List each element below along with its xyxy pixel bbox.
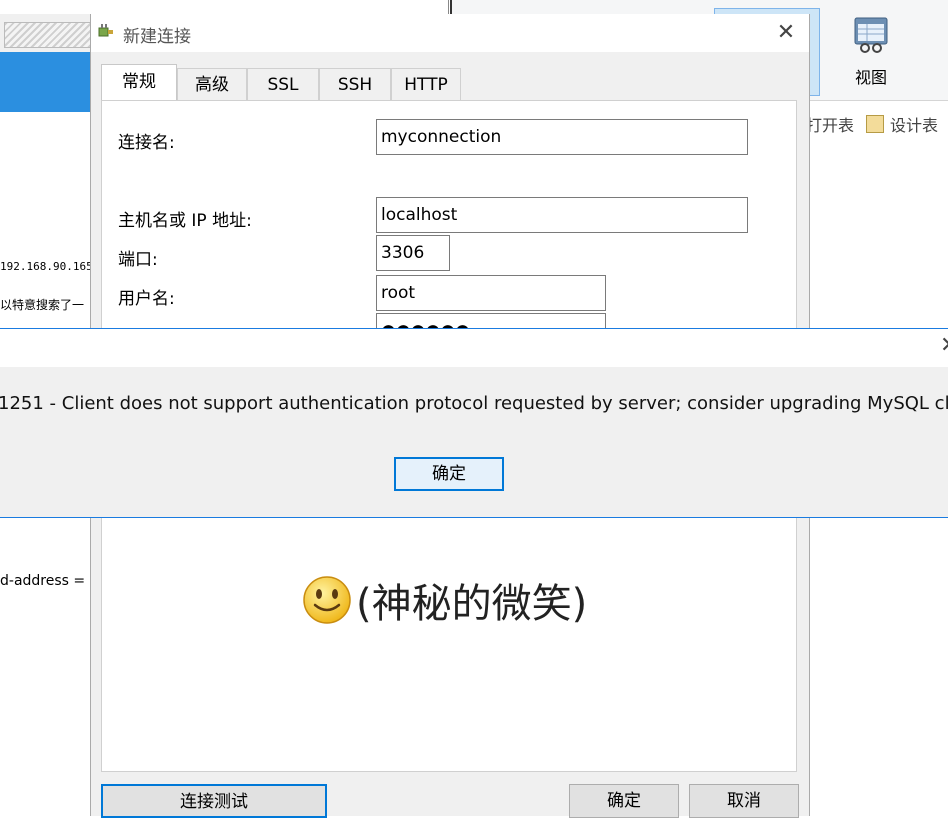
view-label: 视图 [854, 68, 887, 87]
design-table-label: 设计表 [890, 116, 939, 135]
tab-advanced[interactable]: 高级 [177, 68, 247, 100]
smile-overlay: (神秘的微笑) [302, 571, 587, 629]
host-label: 主机名或 IP 地址: [118, 211, 252, 231]
dialog-title: 新建连接 [123, 27, 191, 47]
design-table-button[interactable]: 设计表 [866, 112, 938, 136]
smile-caption: (神秘的微笑) [356, 581, 588, 627]
tab-general[interactable]: 常规 [101, 64, 177, 102]
username-label: 用户名: [118, 289, 175, 309]
dialog-titlebar: 新建连接 ✕ [91, 14, 809, 52]
message-box-titlebar: ✕ [0, 329, 948, 367]
background-blue-panel [0, 52, 90, 112]
plug-icon [98, 24, 113, 37]
background-bind-address-text: d-address = 0 [0, 573, 90, 589]
background-hatched-bar [4, 22, 92, 48]
username-input[interactable]: root [376, 275, 606, 311]
background-ip-text: 192.168.90.165 [0, 260, 90, 273]
tab-http[interactable]: HTTP [391, 68, 461, 100]
open-table-button[interactable]: 打开表 [806, 112, 854, 136]
connection-name-label: 连接名: [118, 133, 175, 153]
design-table-icon [866, 115, 884, 133]
tab-ssl[interactable]: SSL [247, 68, 319, 100]
error-message-box: ✕ 1251 - Client does not support authent… [0, 328, 948, 518]
error-ok-button[interactable]: 确定 [394, 457, 504, 491]
view-icon [854, 17, 888, 53]
host-input[interactable]: localhost [376, 197, 748, 233]
port-input[interactable]: 3306 [376, 235, 450, 271]
tab-ssh[interactable]: SSH [319, 68, 391, 100]
background-window-titlebar [0, 0, 449, 14]
view-button[interactable]: 视图 [836, 14, 906, 94]
error-message-text: 1251 - Client does not support authentic… [0, 393, 948, 414]
close-icon[interactable]: ✕ [775, 20, 797, 45]
port-label: 端口: [118, 250, 158, 270]
cancel-button[interactable]: 取消 [689, 784, 799, 818]
background-article-text: 以特意搜索了一 [0, 298, 85, 312]
close-icon[interactable]: ✕ [940, 333, 948, 358]
ok-button[interactable]: 确定 [569, 784, 679, 818]
connection-name-input[interactable]: myconnection [376, 119, 748, 155]
smiley-face-icon [303, 576, 351, 624]
test-connection-button[interactable]: 连接测试 [101, 784, 327, 818]
